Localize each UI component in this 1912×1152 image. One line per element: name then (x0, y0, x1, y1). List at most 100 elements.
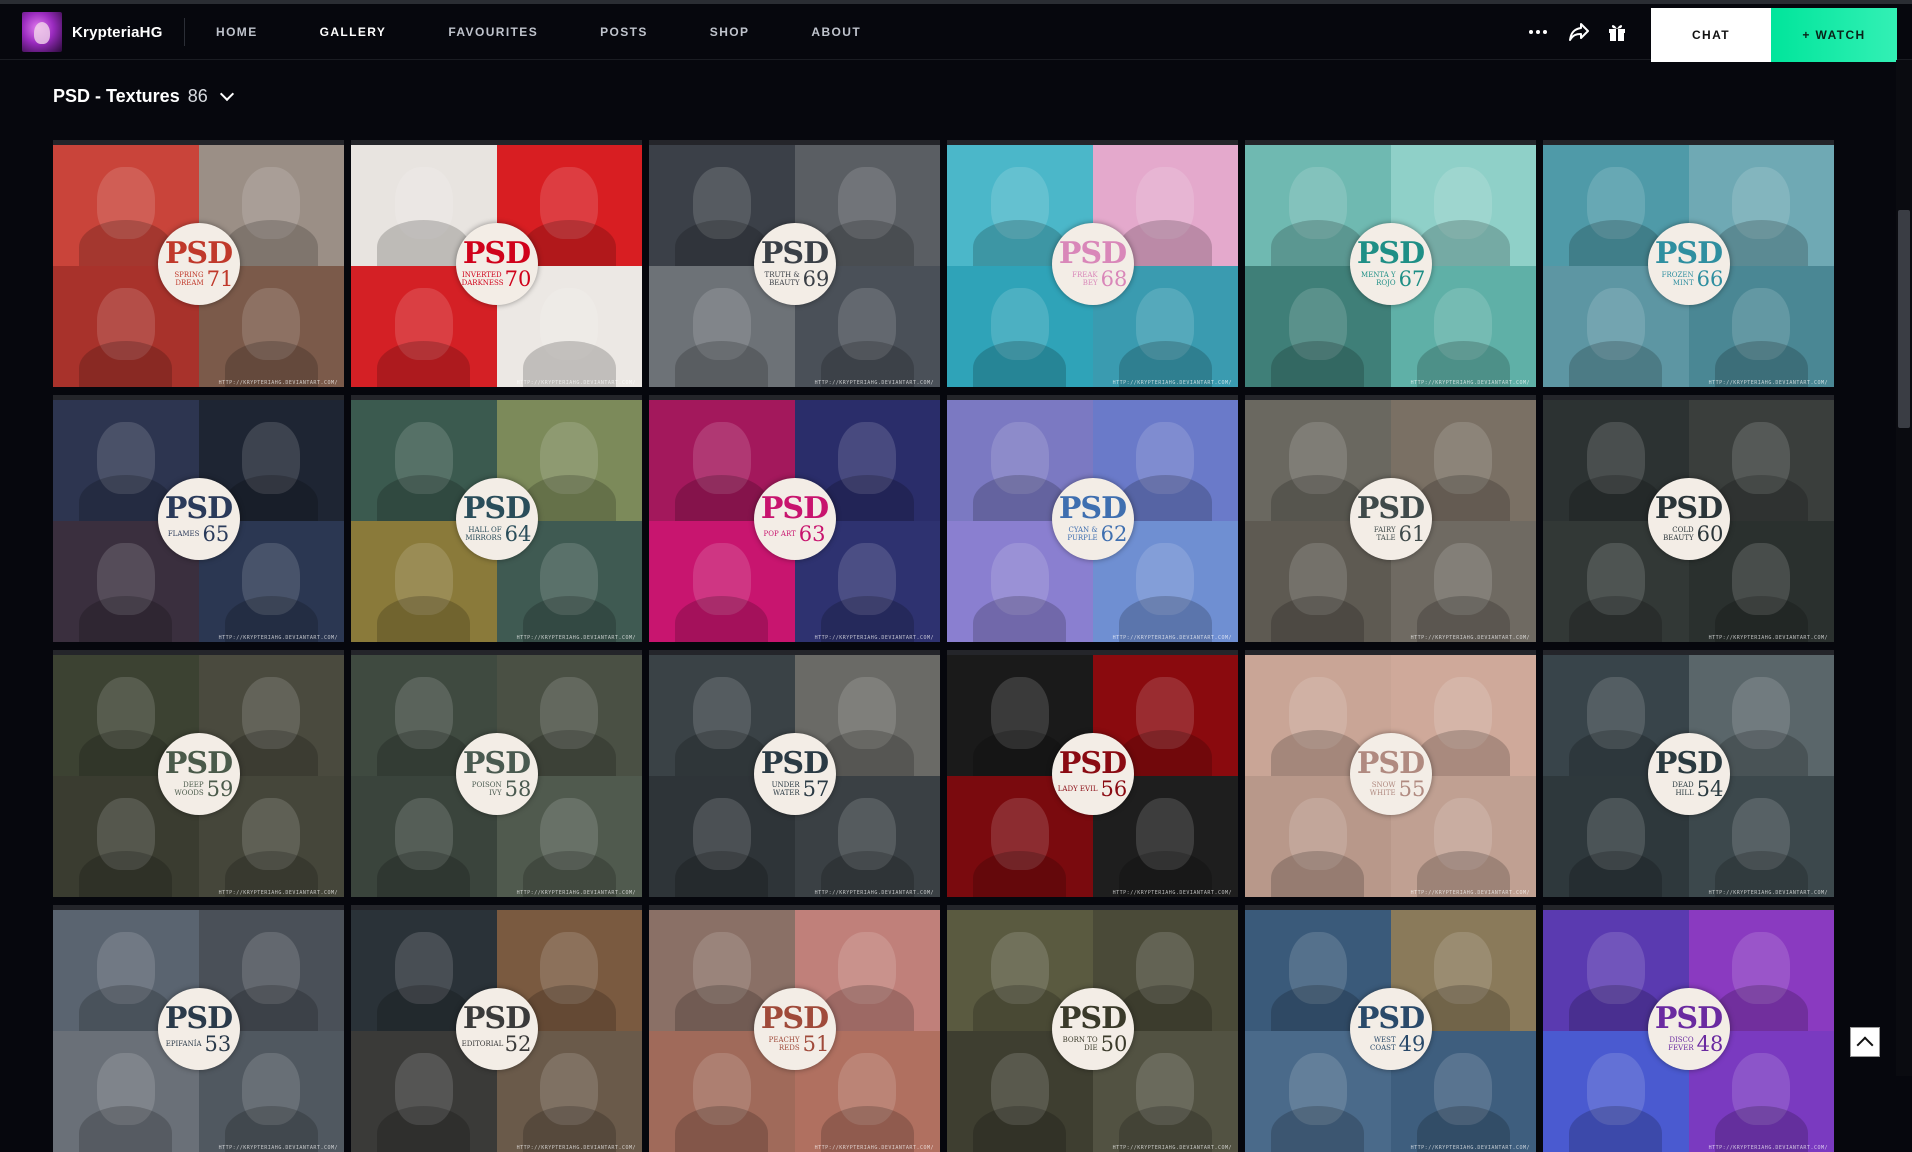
psd-badge-name: DISCO FEVER (1668, 1035, 1694, 1052)
psd-badge: PSD HALL OF MIRRORS 64 (455, 478, 538, 560)
share-arrow-icon[interactable] (1565, 18, 1593, 46)
psd-badge-label: PSD (164, 235, 233, 271)
nav-item-about[interactable]: ABOUT (811, 25, 861, 39)
psd-badge-number: 66 (1696, 266, 1724, 291)
psd-badge-name: POP ART (763, 529, 796, 538)
psd-badge-number: 71 (206, 266, 234, 291)
psd-badge-row: FROZEN MINT 66 (1654, 266, 1724, 291)
nav-item-posts[interactable]: POSTS (600, 25, 648, 39)
gallery-thumbnail[interactable]: PSD DEAD HILL 54 HTTP://KRYPTERIAHG.DEVIANT… (1543, 650, 1834, 897)
psd-badge: PSD DEEP WOODS 59 (157, 733, 240, 815)
gallery-folder-heading[interactable]: PSD - Textures 86 (53, 86, 234, 107)
gallery-thumbnail[interactable]: PSD SPRING DREAM 71 HTTP://KRYPTERIAHG.DEVI… (53, 140, 344, 387)
psd-badge-number: 53 (204, 1031, 232, 1056)
gift-icon[interactable] (1603, 18, 1631, 46)
gallery-thumbnail[interactable]: PSD POISON IVY 58 HTTP://KRYPTERIAHG.DEVIAN… (351, 650, 642, 897)
psd-badge-number: 52 (504, 1031, 532, 1056)
psd-badge-name: FLAMES (167, 529, 200, 538)
psd-badge-number: 67 (1398, 266, 1426, 291)
thumbnail-credit: HTTP://KRYPTERIAHG.DEVIANTART.COM/ (1708, 380, 1828, 386)
psd-badge-label: PSD (1654, 745, 1723, 781)
psd-badge-row: EDITORIAL 52 (462, 1031, 532, 1056)
psd-badge: PSD FREAK BEY 68 (1051, 223, 1134, 305)
avatar[interactable] (22, 12, 62, 52)
psd-badge-name: LADY EVIL (1057, 784, 1098, 793)
psd-badge-label: PSD (1654, 490, 1723, 526)
thumbnail-credit: HTTP://KRYPTERIAHG.DEVIANTART.COM/ (516, 1145, 636, 1151)
gallery-thumbnail[interactable]: PSD INVERTED DARKNESS 70 HTTP://KRYPTERIAHG… (351, 140, 642, 387)
gallery-thumbnail[interactable]: PSD TRUTH & BEAUTY 69 HTTP://KRYPTERIAHG.DE… (649, 140, 940, 387)
psd-badge-number: 58 (504, 776, 532, 801)
scrollbar-thumb[interactable] (1898, 210, 1910, 428)
gallery-thumbnail[interactable]: PSD MENTA Y ROJO 67 HTTP://KRYPTERIAHG.DEVI… (1245, 140, 1536, 387)
chat-button[interactable]: CHAT (1651, 8, 1771, 62)
back-to-top-button[interactable] (1850, 1027, 1880, 1057)
psd-badge-label: PSD (760, 490, 829, 526)
gallery-thumbnail[interactable]: PSD EDITORIAL 52 HTTP://KRYPTERIAHG.DEVIANT… (351, 905, 642, 1152)
psd-badge-label: PSD (1654, 235, 1723, 271)
gallery-thumbnail[interactable]: PSD DISCO FEVER 48 HTTP://KRYPTERIAHG.DEVIA… (1543, 905, 1834, 1152)
gallery-thumbnail[interactable]: PSD FLAMES 65 HTTP://KRYPTERIAHG.DEVIANTART… (53, 395, 344, 642)
nav-item-gallery[interactable]: GALLERY (320, 25, 387, 39)
psd-badge-number: 48 (1696, 1031, 1724, 1056)
more-dots-icon[interactable] (1524, 18, 1552, 46)
psd-badge-row: SNOW WHITE 55 (1356, 778, 1426, 799)
psd-badge-row: MENTA Y ROJO 67 (1356, 266, 1426, 291)
gallery-grid: PSD SPRING DREAM 71 HTTP://KRYPTERIAHG.DEVI… (53, 140, 1837, 1152)
psd-badge-label: PSD (164, 490, 233, 526)
top-navigation-bar: KrypteriaHG HOME GALLERY FAVOURITES POSTS SH… (0, 0, 1912, 62)
gallery-thumbnail[interactable]: PSD WEST COAST 49 HTTP://KRYPTERIAHG.DEVIAN… (1245, 905, 1536, 1152)
psd-badge: PSD MENTA Y ROJO 67 (1349, 223, 1432, 305)
psd-badge-name: BORN TO DIE (1062, 1035, 1098, 1052)
psd-badge-label: PSD (1356, 235, 1425, 271)
thumbnail-credit: HTTP://KRYPTERIAHG.DEVIANTART.COM/ (1410, 1145, 1530, 1151)
chevron-down-icon[interactable] (219, 86, 234, 102)
thumbnail-credit: HTTP://KRYPTERIAHG.DEVIANTART.COM/ (218, 380, 338, 386)
nav-item-favourites[interactable]: FAVOURITES (448, 25, 538, 39)
gallery-thumbnail[interactable]: PSD FROZEN MINT 66 HTTP://KRYPTERIAHG.DEVIA… (1543, 140, 1834, 387)
gallery-thumbnail[interactable]: PSD FAIRY TALE 61 HTTP://KRYPTERIAHG.DEVIAN… (1245, 395, 1536, 642)
psd-badge-row: POP ART 63 (763, 523, 826, 544)
gallery-thumbnail[interactable]: PSD POP ART 63 HTTP://KRYPTERIAHG.DEVIANTAR… (649, 395, 940, 642)
gallery-thumbnail[interactable]: PSD PEACHY REDS 51 HTTP://KRYPTERIAHG.DEVIA… (649, 905, 940, 1152)
gallery-thumbnail[interactable]: PSD BORN TO DIE 50 HTTP://KRYPTERIAHG.DEVIA… (947, 905, 1238, 1152)
psd-badge-label: PSD (164, 745, 233, 781)
psd-badge-name: FAIRY TALE (1373, 525, 1396, 542)
gallery-thumbnail[interactable]: PSD COLD BEAUTY 60 HTTP://KRYPTERIAHG.DEVIA… (1543, 395, 1834, 642)
gallery-item-count: 86 (187, 86, 208, 106)
nav-item-home[interactable]: HOME (216, 25, 258, 39)
psd-badge-name: HALL OF MIRRORS (465, 525, 502, 542)
gallery-thumbnail[interactable]: PSD SNOW WHITE 55 HTTP://KRYPTERIAHG.DEVIAN… (1245, 650, 1536, 897)
psd-badge: PSD TRUTH & BEAUTY 69 (753, 223, 836, 305)
psd-badge-row: FAIRY TALE 61 (1356, 521, 1426, 546)
gallery-thumbnail[interactable]: PSD FREAK BEY 68 HTTP://KRYPTERIAHG.DEVIANT… (947, 140, 1238, 387)
psd-badge-number: 57 (802, 776, 830, 801)
psd-badge-label: PSD (1356, 490, 1425, 526)
profile-brand[interactable]: KrypteriaHG (22, 12, 163, 52)
psd-badge-label: PSD (462, 1000, 531, 1036)
gallery-thumbnail[interactable]: PSD CYAN & PURPLE 62 HTTP://KRYPTERIAHG.DEV… (947, 395, 1238, 642)
psd-badge-label: PSD (462, 745, 531, 781)
thumbnail-credit: HTTP://KRYPTERIAHG.DEVIANTART.COM/ (814, 380, 934, 386)
psd-badge-number: 61 (1398, 521, 1426, 546)
psd-badge: PSD UNDER WATER 57 (753, 733, 836, 815)
psd-badge-row: TRUTH & BEAUTY 69 (760, 268, 830, 289)
gallery-thumbnail[interactable]: PSD DEEP WOODS 59 HTTP://KRYPTERIAHG.DEVIAN… (53, 650, 344, 897)
nav-item-shop[interactable]: SHOP (710, 25, 750, 39)
psd-badge-row: FREAK BEY 68 (1058, 268, 1127, 289)
gallery-thumbnail[interactable]: PSD LADY EVIL 56 HTTP://KRYPTERIAHG.DEVIANT… (947, 650, 1238, 897)
psd-badge-label: PSD (1058, 1000, 1127, 1036)
gallery-thumbnail[interactable]: PSD UNDER WATER 57 HTTP://KRYPTERIAHG.DEVIA… (649, 650, 940, 897)
gallery-thumbnail[interactable]: PSD EPIFANÍA 53 HTTP://KRYPTERIAHG.DEVIANTA… (53, 905, 344, 1152)
thumbnail-credit: HTTP://KRYPTERIAHG.DEVIANTART.COM/ (814, 1145, 934, 1151)
psd-badge: PSD WEST COAST 49 (1349, 988, 1432, 1070)
psd-badge-label: PSD (164, 1000, 233, 1036)
gallery-thumbnail[interactable]: PSD HALL OF MIRRORS 64 HTTP://KRYPTERIAHG.D… (351, 395, 642, 642)
thumbnail-credit: HTTP://KRYPTERIAHG.DEVIANTART.COM/ (1708, 890, 1828, 896)
psd-badge-label: PSD (760, 745, 829, 781)
psd-badge-name: INVERTED DARKNESS (461, 270, 504, 287)
watch-button[interactable]: + WATCH (1771, 8, 1897, 62)
username[interactable]: KrypteriaHG (72, 24, 163, 41)
psd-badge: PSD DISCO FEVER 48 (1647, 988, 1730, 1070)
psd-badge: PSD BORN TO DIE 50 (1051, 988, 1134, 1070)
